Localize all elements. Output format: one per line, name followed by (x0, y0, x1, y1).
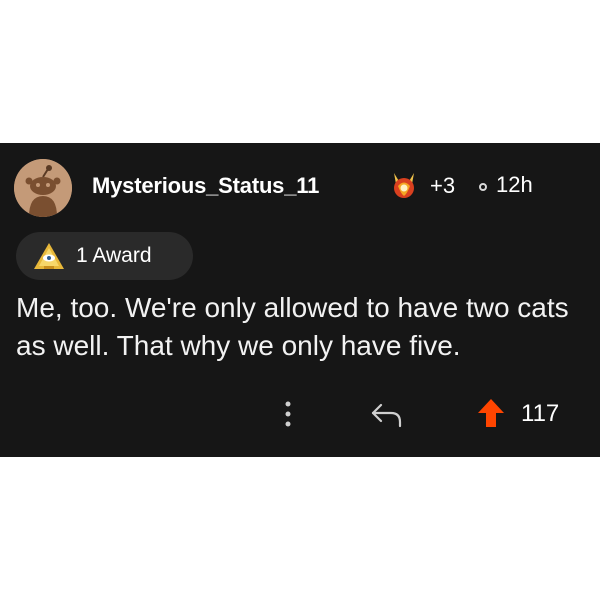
awards-label: 1 Award (76, 244, 152, 267)
more-options-icon[interactable] (280, 399, 296, 429)
comment-body: Me, too. We're only allowed to have two … (16, 292, 569, 361)
reply-icon[interactable] (369, 399, 405, 429)
awards-pill[interactable]: 1 Award (16, 232, 193, 280)
upvote-arrow-icon[interactable] (476, 397, 506, 429)
avatar[interactable] (14, 159, 72, 217)
comment-card: Mysterious_Status_11 +3 12h 1 Award Me, … (0, 143, 600, 457)
award-flair-icon (394, 173, 414, 198)
screenshot-frame: Mysterious_Status_11 +3 12h 1 Award Me, … (0, 0, 600, 600)
award-badge-icon (34, 243, 64, 269)
comment-timestamp: 12h (496, 172, 533, 197)
award-extra-count[interactable]: +3 (430, 173, 455, 199)
vote-count: 117 (521, 400, 560, 427)
snoo-avatar-icon (14, 159, 72, 217)
separator-dot (479, 183, 487, 191)
comment-author[interactable]: Mysterious_Status_11 (92, 173, 319, 199)
